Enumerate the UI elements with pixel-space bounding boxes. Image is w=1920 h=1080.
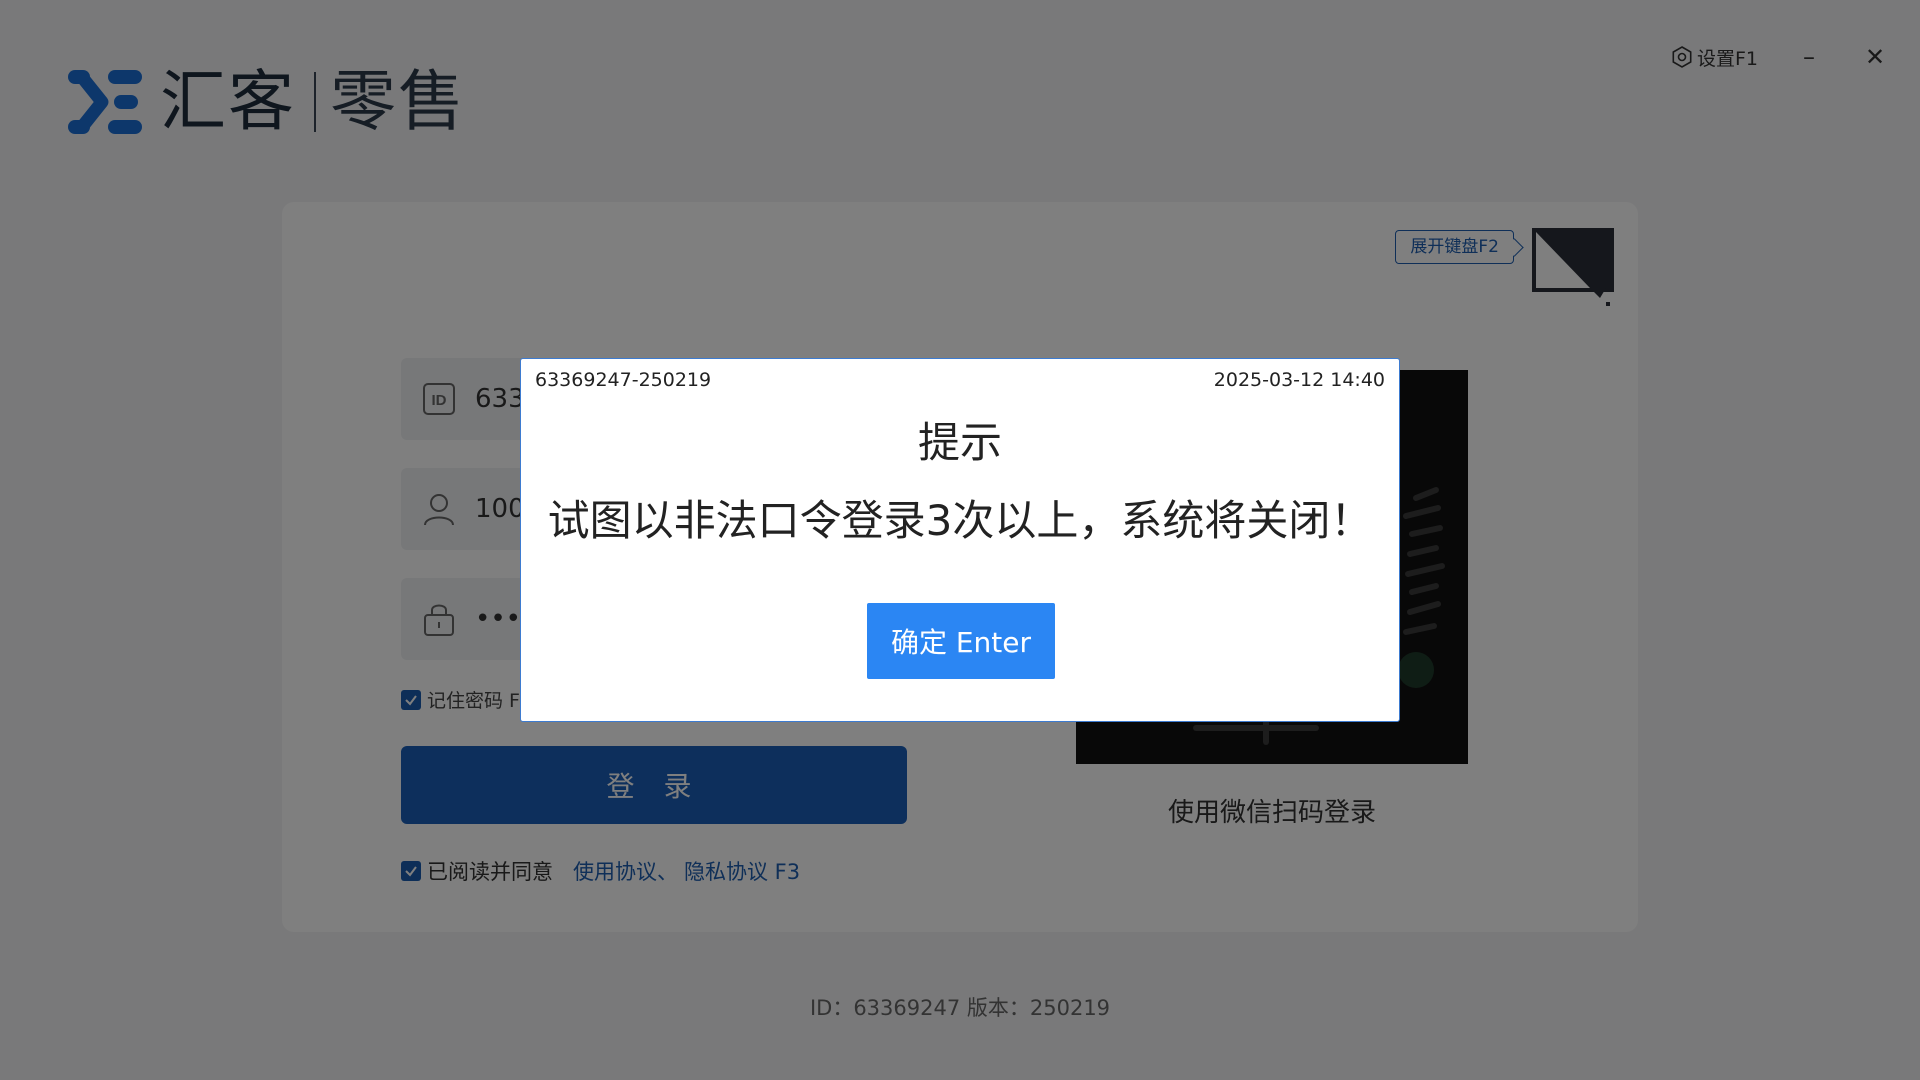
dialog-title: 提示 (917, 418, 1002, 467)
dialog-id: 63369247-250219 (535, 369, 712, 391)
dialog-timestamp: 2025-03-12 14:40 (1213, 369, 1385, 391)
dialog-message: 试图以非法口令登录3次以上，系统将关闭！ (547, 496, 1373, 545)
confirm-button[interactable]: 确定 Enter (867, 603, 1055, 679)
alert-dialog: 63369247-250219 2025-03-12 14:40 提示 试图以非… (520, 358, 1400, 722)
